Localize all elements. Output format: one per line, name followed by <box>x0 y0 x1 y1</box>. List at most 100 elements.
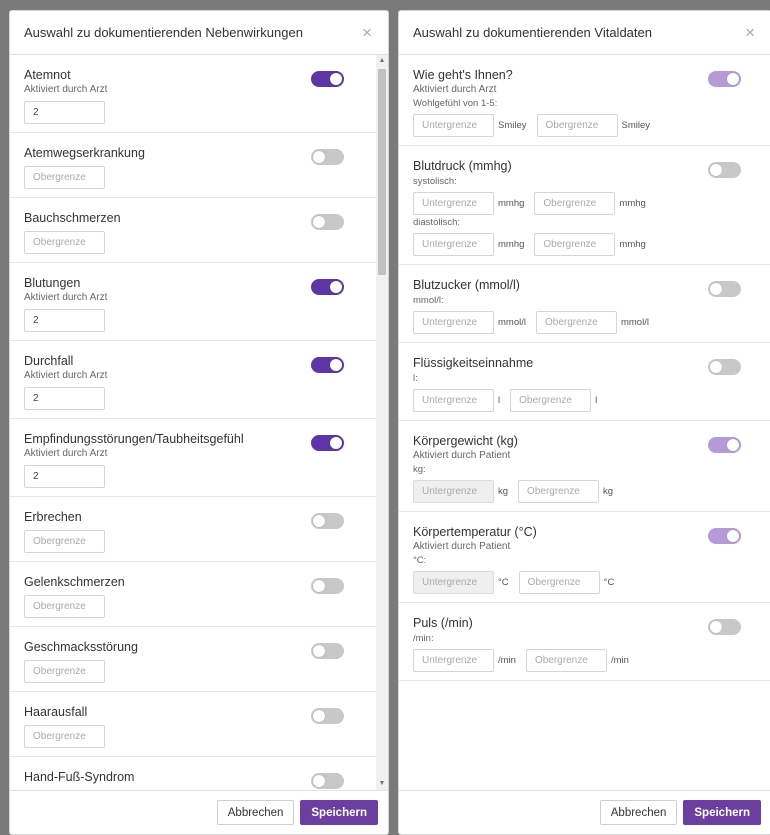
list-item: Blutungen Aktiviert durch Arzt <box>10 263 388 341</box>
list-item: Atemwegserkrankung <box>10 133 388 198</box>
lower-limit-input[interactable] <box>413 480 494 503</box>
unit-label: Smiley <box>621 120 651 131</box>
dialog-title: Auswahl zu dokumentierenden Vitaldaten <box>413 25 652 40</box>
list-item: Gelenkschmerzen <box>10 562 388 627</box>
unit-label: mmol/l <box>498 317 526 328</box>
activated-by-label: Aktiviert durch Patient <box>413 541 511 552</box>
range-row: /min/min <box>413 649 757 672</box>
lower-limit-input[interactable] <box>413 571 494 594</box>
scrollbar[interactable]: ▲ ▼ <box>376 55 388 790</box>
dialog-footer: Abbrechen Speichern <box>10 790 388 834</box>
list-item: Empfindungsstörungen/Taubheitsgefühl Akti… <box>10 419 388 497</box>
toggle-switch[interactable] <box>311 279 344 295</box>
range-label: systolisch: <box>413 176 457 187</box>
list-item: Blutzucker (mmol/l) mmol/l: mmol/l mmol/l <box>399 265 770 343</box>
side-effects-dialog: Auswahl zu dokumentierenden Nebenwirkung… <box>9 10 389 835</box>
unit-label: kg <box>603 486 614 497</box>
threshold-input[interactable] <box>24 660 105 683</box>
threshold-input[interactable] <box>24 101 105 124</box>
item-title: Flüssigkeitseinnahme <box>413 356 534 370</box>
range-label: diastolisch: <box>413 217 460 228</box>
cancel-button[interactable]: Abbrechen <box>599 800 678 825</box>
upper-limit-input[interactable] <box>518 480 600 503</box>
toggle-switch[interactable] <box>311 357 344 373</box>
range-label: °C: <box>413 555 427 566</box>
scroll-thumb[interactable] <box>378 69 386 275</box>
list-item: Körpergewicht (kg) Aktiviert durch Patien… <box>399 421 770 512</box>
vitals-dialog: Auswahl zu dokumentierenden Vitaldaten ×… <box>398 10 770 835</box>
range-label: kg: <box>413 464 426 475</box>
list-item: Geschmacksstörung <box>10 627 388 692</box>
save-button[interactable]: Speichern <box>300 800 378 825</box>
toggle-switch[interactable] <box>708 359 741 375</box>
range-label: Wohlgefühl von 1-5: <box>413 98 498 109</box>
toggle-switch[interactable] <box>708 437 741 453</box>
range-row: °C °C <box>413 571 757 594</box>
toggle-switch[interactable] <box>311 708 344 724</box>
threshold-input[interactable] <box>24 465 105 488</box>
scroll-down-icon[interactable]: ▼ <box>376 778 388 790</box>
list-item: Flüssigkeitseinnahmel:ll <box>399 343 770 421</box>
range-row: mmhg mmhg <box>413 233 757 256</box>
dialog-header: Auswahl zu dokumentierenden Vitaldaten × <box>399 11 770 55</box>
toggle-switch[interactable] <box>311 214 344 230</box>
cancel-button[interactable]: Abbrechen <box>216 800 295 825</box>
toggle-switch[interactable] <box>708 71 741 87</box>
upper-limit-input[interactable] <box>534 233 616 256</box>
upper-limit-input[interactable] <box>536 114 618 137</box>
activated-by-label: Aktiviert durch Arzt <box>413 84 497 95</box>
upper-limit-input[interactable] <box>525 649 607 672</box>
lower-limit-input[interactable] <box>413 649 494 672</box>
range-label: /min: <box>413 633 434 644</box>
lower-limit-input[interactable] <box>413 192 494 215</box>
toggle-switch[interactable] <box>311 71 344 87</box>
close-icon[interactable]: × <box>362 24 372 41</box>
save-button[interactable]: Speichern <box>683 800 761 825</box>
range-row: mmhg mmhg <box>413 192 757 215</box>
threshold-input[interactable] <box>24 725 105 748</box>
toggle-switch[interactable] <box>311 435 344 451</box>
toggle-switch[interactable] <box>708 162 741 178</box>
unit-label: mmol/l <box>620 317 649 328</box>
threshold-input[interactable] <box>24 595 105 618</box>
upper-limit-input[interactable] <box>535 311 617 334</box>
lower-limit-input[interactable] <box>413 233 494 256</box>
list-item: Erbrechen <box>10 497 388 562</box>
threshold-input[interactable] <box>24 387 105 410</box>
unit-label: l <box>595 395 598 406</box>
list-item: Blutdruck (mmhg) systolisch: mmhg mmhg diast… <box>399 146 770 265</box>
toggle-switch[interactable] <box>708 528 741 544</box>
upper-limit-input[interactable] <box>510 389 592 412</box>
lower-limit-input[interactable] <box>413 114 494 137</box>
unit-label: mmhg <box>619 198 646 209</box>
toggle-switch[interactable] <box>311 149 344 165</box>
toggle-switch[interactable] <box>708 619 741 635</box>
dialog-header: Auswahl zu dokumentierenden Nebenwirkung… <box>10 11 388 55</box>
item-title: Wie geht's Ihnen? <box>413 68 513 82</box>
toggle-switch[interactable] <box>311 643 344 659</box>
list-item: Puls (/min) /min: /min/min <box>399 603 770 681</box>
threshold-input[interactable] <box>24 231 105 254</box>
unit-label: °C <box>603 577 615 588</box>
unit-label: l <box>498 395 501 406</box>
range-label: mmol/l: <box>413 295 444 306</box>
threshold-input[interactable] <box>24 530 105 553</box>
list-item: Haarausfall <box>10 692 388 757</box>
toggle-switch[interactable] <box>311 578 344 594</box>
list-item: Körpertemperatur (°C) Aktiviert durch Pat… <box>399 512 770 603</box>
close-icon[interactable]: × <box>745 24 755 41</box>
scroll-up-icon[interactable]: ▲ <box>376 55 388 67</box>
toggle-switch[interactable] <box>311 773 344 789</box>
toggle-switch[interactable] <box>311 513 344 529</box>
threshold-input[interactable] <box>24 166 105 189</box>
lower-limit-input[interactable] <box>413 311 494 334</box>
dialog-title: Auswahl zu dokumentierenden Nebenwirkung… <box>24 25 303 40</box>
upper-limit-input[interactable] <box>534 192 616 215</box>
toggle-switch[interactable] <box>708 281 741 297</box>
list-item: Bauchschmerzen <box>10 198 388 263</box>
upper-limit-input[interactable] <box>518 571 600 594</box>
threshold-input[interactable] <box>24 309 105 332</box>
lower-limit-input[interactable] <box>413 389 494 412</box>
unit-label: Smiley <box>498 120 527 131</box>
unit-label: /min <box>610 655 629 666</box>
